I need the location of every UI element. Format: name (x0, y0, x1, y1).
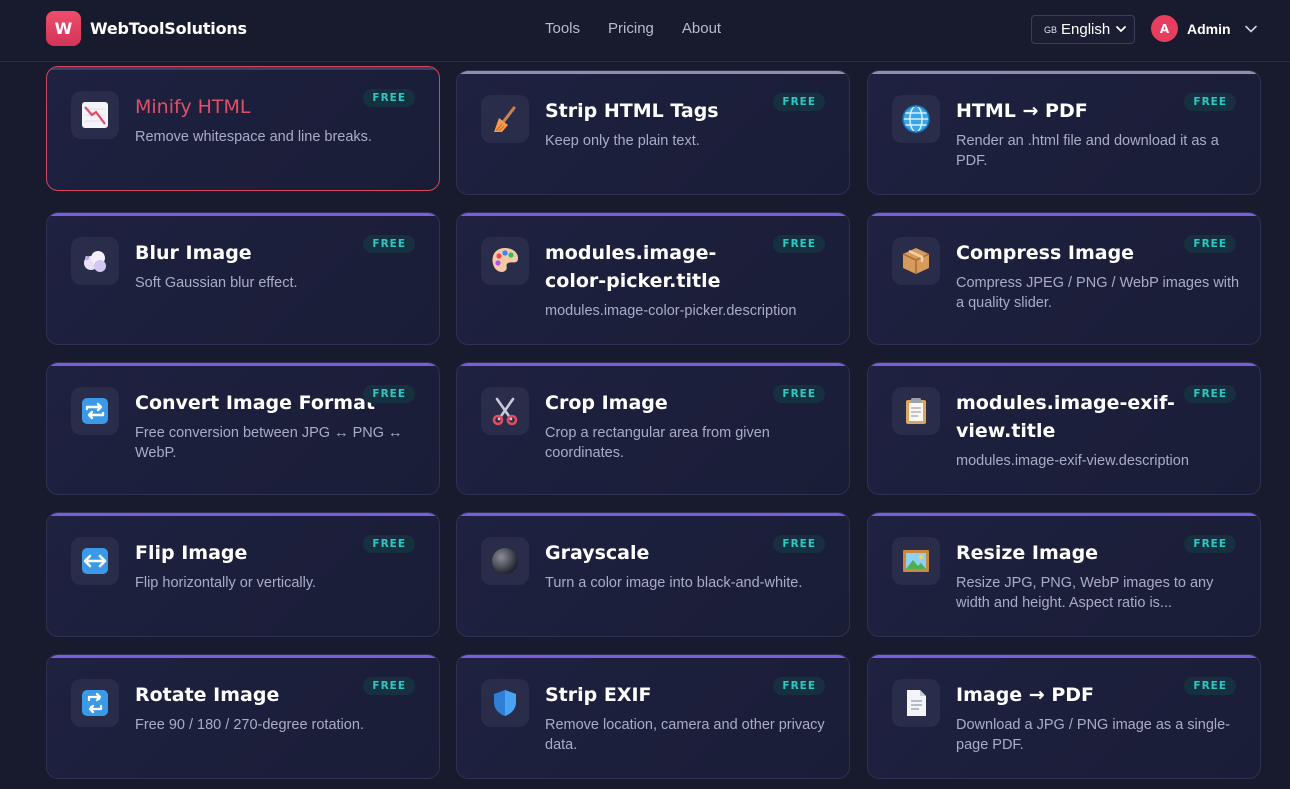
free-badge: FREE (773, 93, 825, 111)
nav-pricing[interactable]: Pricing (608, 20, 654, 37)
card-title: Grayscale (545, 542, 650, 564)
card-title: Minify HTML (135, 96, 251, 118)
tool-card-grayscale[interactable]: Grayscale Turn a color image into black-… (456, 512, 850, 637)
card-title: Compress Image (956, 242, 1135, 264)
free-badge: FREE (773, 535, 825, 553)
shield-icon (481, 679, 529, 727)
card-description: modules.image-color-picker.description (545, 303, 797, 319)
card-title: Resize Image (956, 542, 1099, 564)
free-badge: FREE (363, 677, 415, 695)
card-description: Keep only the plain text. (545, 133, 700, 149)
scissors-icon (481, 387, 529, 435)
document-icon (892, 679, 940, 727)
nav-about[interactable]: About (682, 20, 721, 37)
logo-badge: W (46, 11, 81, 46)
card-description: Download a JPG / PNG image as a single-p… (956, 717, 1231, 753)
free-badge: FREE (1184, 535, 1236, 553)
chart-down-icon (71, 91, 119, 139)
card-description: Free 90 / 180 / 270-degree rotation. (135, 717, 364, 733)
tool-card-strip-exif[interactable]: Strip EXIF Remove location, camera and o… (456, 654, 850, 779)
brand-logo[interactable]: W WebToolSolutions (46, 11, 247, 46)
card-description: Remove location, camera and other privac… (545, 717, 825, 753)
card-description: Resize JPG, PNG, WebP images to any widt… (956, 575, 1214, 611)
nav-tools[interactable]: Tools (545, 20, 580, 37)
tool-card-strip-html-tags[interactable]: Strip HTML Tags Keep only the plain text… (456, 70, 850, 195)
framed-picture-icon (892, 537, 940, 585)
card-description: Soft Gaussian blur effect. (135, 275, 298, 291)
rotate-icon (71, 679, 119, 727)
broom-icon (481, 95, 529, 143)
user-name: Admin (1187, 20, 1231, 37)
tool-card-resize-image[interactable]: Resize Image Resize JPG, PNG, WebP image… (867, 512, 1261, 637)
card-description: Flip horizontally or vertically. (135, 575, 317, 591)
free-badge: FREE (1184, 385, 1236, 403)
palette-icon (481, 237, 529, 285)
left-right-arrow-icon (71, 537, 119, 585)
tool-card-html-to-pdf[interactable]: HTML → PDF Render an .html file and down… (867, 70, 1261, 195)
clipboard-icon (892, 387, 940, 435)
flag-gb-icon: GB (1044, 24, 1058, 35)
avatar: A (1151, 15, 1178, 42)
card-title: HTML → PDF (956, 100, 1088, 122)
tool-card-blur-image[interactable]: Blur Image Soft Gaussian blur effect. FR… (46, 212, 440, 345)
card-title: Convert Image Format (135, 392, 375, 414)
card-title: modules.image-color-picker.title (545, 242, 721, 292)
free-badge: FREE (363, 385, 415, 403)
free-badge: FREE (363, 89, 415, 107)
card-description: Free conversion between JPG ↔ PNG ↔ WebP… (135, 425, 403, 461)
tool-card-image-color-picker[interactable]: modules.image-color-picker.title modules… (456, 212, 850, 345)
chevron-down-icon (1116, 26, 1126, 33)
card-description: Turn a color image into black-and-white. (545, 575, 803, 591)
card-title: Image → PDF (956, 684, 1095, 706)
language-label: English (1061, 21, 1111, 38)
card-description: Crop a rectangular area from given coord… (545, 425, 770, 461)
repeat-icon (71, 387, 119, 435)
cloud-icon (71, 237, 119, 285)
main-nav: Tools Pricing About (545, 20, 721, 37)
package-icon (892, 237, 940, 285)
card-title: Strip EXIF (545, 684, 652, 706)
tool-card-flip-image[interactable]: Flip Image Flip horizontally or vertical… (46, 512, 440, 637)
tool-card-crop-image[interactable]: Crop Image Crop a rectangular area from … (456, 362, 850, 495)
card-description: Render an .html file and download it as … (956, 133, 1219, 169)
card-title: Crop Image (545, 392, 668, 414)
free-badge: FREE (363, 535, 415, 553)
chevron-down-icon (1244, 25, 1257, 33)
free-badge: FREE (1184, 677, 1236, 695)
tool-card-rotate-image[interactable]: Rotate Image Free 90 / 180 / 270-degree … (46, 654, 440, 779)
free-badge: FREE (363, 235, 415, 253)
card-description: Remove whitespace and line breaks. (135, 129, 372, 145)
tool-card-image-to-pdf[interactable]: Image → PDF Download a JPG / PNG image a… (867, 654, 1261, 779)
tool-card-image-exif-view[interactable]: modules.image-exif-view.title modules.im… (867, 362, 1261, 495)
tool-card-convert-image-format[interactable]: Convert Image Format Free conversion bet… (46, 362, 440, 495)
card-title: Rotate Image (135, 684, 280, 706)
free-badge: FREE (773, 235, 825, 253)
card-title: modules.image-exif-view.title (956, 392, 1175, 442)
card-description: modules.image-exif-view.description (956, 453, 1189, 469)
free-badge: FREE (1184, 93, 1236, 111)
free-badge: FREE (773, 677, 825, 695)
card-title: Flip Image (135, 542, 248, 564)
card-description: Compress JPEG / PNG / WebP images with a… (956, 275, 1240, 311)
card-title: Strip HTML Tags (545, 100, 719, 122)
user-menu[interactable]: A Admin (1151, 15, 1258, 42)
globe-icon (892, 95, 940, 143)
tool-card-minify-html[interactable]: Minify HTML Remove whitespace and line b… (46, 66, 440, 191)
free-badge: FREE (773, 385, 825, 403)
black-circle-icon (481, 537, 529, 585)
tool-card-compress-image[interactable]: Compress Image Compress JPEG / PNG / Web… (867, 212, 1261, 345)
brand-name: WebToolSolutions (90, 19, 247, 38)
language-select[interactable]: GB English (1031, 15, 1135, 44)
top-navbar: W WebToolSolutions Tools Pricing About G… (0, 0, 1290, 62)
free-badge: FREE (1184, 235, 1236, 253)
card-title: Blur Image (135, 242, 252, 264)
